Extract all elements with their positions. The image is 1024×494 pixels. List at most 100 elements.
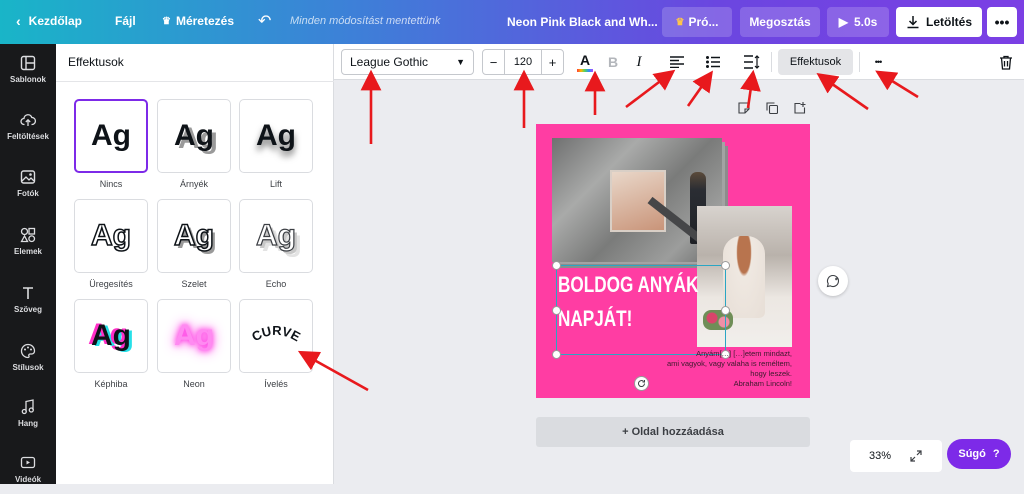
effect-shadow-card[interactable]: Ag — [157, 99, 231, 173]
zoom-level[interactable]: 33% — [850, 450, 910, 462]
comment-icon — [826, 274, 840, 288]
resize-handle[interactable] — [552, 306, 561, 315]
text-color-icon: A — [579, 51, 591, 68]
templates-icon — [20, 55, 36, 70]
file-menu-button[interactable]: Fájl — [115, 14, 136, 28]
text-color-button[interactable]: A — [576, 50, 594, 74]
play-icon: ▶ — [838, 15, 848, 29]
file-label: Fájl — [115, 14, 136, 28]
effect-glitch-card[interactable]: Ag — [74, 299, 148, 373]
decrease-size-button[interactable]: − — [483, 50, 505, 74]
download-button[interactable]: Letöltés — [896, 7, 982, 37]
sidebar-item-label: Fotók — [17, 188, 39, 198]
effect-hollow-card[interactable]: Ag — [74, 199, 148, 273]
spacing-button[interactable] — [742, 52, 762, 72]
resize-handle[interactable] — [721, 306, 730, 315]
canvas-area: BOLDOG ANYÁK NAPJÁT! Anyám[…] […]etem mi… — [334, 80, 1024, 484]
pro-button[interactable]: ♛ Pró... — [662, 7, 732, 37]
music-note-icon — [21, 398, 34, 414]
effect-echo-card[interactable]: Ag — [239, 199, 313, 273]
more-dots-icon: ••• — [994, 14, 1010, 30]
sidebar-item-styles[interactable]: Stílusok — [0, 332, 56, 382]
expand-icon[interactable] — [910, 450, 922, 462]
present-button[interactable]: ▶ 5.0s — [827, 7, 889, 37]
more-options-button[interactable]: ••• — [987, 7, 1017, 37]
italic-button[interactable]: I — [630, 52, 648, 72]
sidebar-item-label: Szöveg — [13, 304, 42, 314]
bold-button[interactable]: B — [604, 52, 622, 72]
effect-curve-card[interactable]: CURVE — [239, 299, 313, 373]
add-comment-button[interactable] — [818, 266, 848, 296]
delete-button[interactable] — [996, 51, 1016, 73]
add-page-button[interactable]: + Oldal hozzáadása — [536, 417, 810, 447]
question-icon: ? — [992, 448, 1000, 460]
effect-label: Ívelés — [264, 379, 288, 389]
sidebar-item-photos[interactable]: Fotók — [0, 158, 56, 208]
resize-button[interactable]: ♛ Méretezés — [162, 14, 234, 28]
quote-line: Anyám[…] […]etem mindazt, — [696, 349, 792, 358]
list-button[interactable] — [704, 52, 722, 72]
trash-icon — [1000, 55, 1012, 70]
toolbar-divider — [859, 52, 860, 72]
resize-handle[interactable] — [721, 261, 730, 270]
sidebar-item-elements[interactable]: Elemek — [0, 216, 56, 266]
sidebar-item-audio[interactable]: Hang — [0, 388, 56, 438]
share-button[interactable]: Megosztás — [740, 7, 820, 37]
effect-preview: Ag — [91, 119, 131, 152]
duplicate-page-icon[interactable] — [766, 102, 780, 116]
font-family-dropdown[interactable]: League Gothic ▼ — [341, 49, 474, 75]
sidebar-item-label: Videók — [14, 474, 42, 484]
undo-icon[interactable]: ↶ — [258, 11, 271, 31]
rotate-icon — [638, 380, 646, 387]
download-icon — [907, 16, 919, 29]
effect-label: Képhiba — [94, 379, 128, 389]
more-toolbar-button[interactable]: ••• — [867, 52, 889, 72]
effect-preview: Ag — [91, 319, 131, 352]
effects-button[interactable]: Effektusok — [778, 49, 853, 75]
font-size-stepper: − 120 + — [482, 49, 564, 75]
page-note-icon[interactable] — [738, 102, 752, 116]
panel-title: Effektusok — [68, 55, 124, 69]
woman-figure — [723, 236, 765, 318]
panel-divider — [56, 81, 334, 82]
increase-size-button[interactable]: + — [541, 50, 563, 74]
chevron-down-icon: ▼ — [456, 57, 465, 67]
sidebar-item-templates[interactable]: Sablonok — [0, 44, 56, 94]
effect-label: Neon — [183, 379, 205, 389]
sidebar-item-label: Sablonok — [9, 74, 46, 84]
zoom-control: 33% — [850, 440, 942, 472]
align-button[interactable] — [668, 52, 686, 72]
sidebar-item-label: Feltöltések — [7, 131, 49, 141]
sidebar-item-videos[interactable]: Videók — [0, 444, 56, 494]
home-button[interactable]: ‹ Kezdőlap — [16, 14, 82, 28]
effect-splice-card[interactable]: Ag — [157, 199, 231, 273]
design-page[interactable]: BOLDOG ANYÁK NAPJÁT! Anyám[…] […]etem mi… — [536, 124, 810, 398]
align-left-icon — [670, 56, 684, 68]
toolbar-divider — [771, 52, 772, 72]
quote-line: ami vagyok, vagy valaha is reméltem, — [666, 359, 792, 368]
color-swatch-bar — [577, 68, 593, 72]
resize-handle[interactable] — [552, 350, 561, 359]
effect-preview: Ag — [174, 119, 214, 152]
text-selection-box[interactable] — [552, 261, 730, 359]
effect-lift-card[interactable]: Ag — [239, 99, 313, 173]
effect-preview: Ag — [90, 218, 132, 253]
help-button[interactable]: Súgó ? — [947, 439, 1011, 469]
effect-label: Árnyék — [179, 179, 208, 189]
font-size-input[interactable]: 120 — [505, 50, 541, 74]
resize-label: Méretezés — [175, 14, 234, 28]
resize-handle[interactable] — [552, 261, 561, 270]
text-icon — [23, 286, 33, 299]
sidebar-item-text[interactable]: Szöveg — [0, 274, 56, 324]
effect-label: Üregesítés — [89, 279, 133, 289]
effect-none-card[interactable]: Ag — [74, 99, 148, 173]
crown-icon: ♛ — [675, 16, 685, 28]
save-status: Minden módosítást mentettünk — [290, 15, 441, 27]
add-page-icon[interactable] — [794, 102, 808, 116]
sidebar-item-label: Elemek — [13, 246, 43, 256]
crown-icon: ♛ — [162, 15, 171, 27]
document-title[interactable]: Neon Pink Black and Wh... — [507, 15, 658, 29]
effect-neon-card[interactable]: Ag — [157, 299, 231, 373]
sidebar-item-uploads[interactable]: Feltöltések — [0, 101, 56, 151]
rotate-handle[interactable] — [634, 376, 649, 391]
